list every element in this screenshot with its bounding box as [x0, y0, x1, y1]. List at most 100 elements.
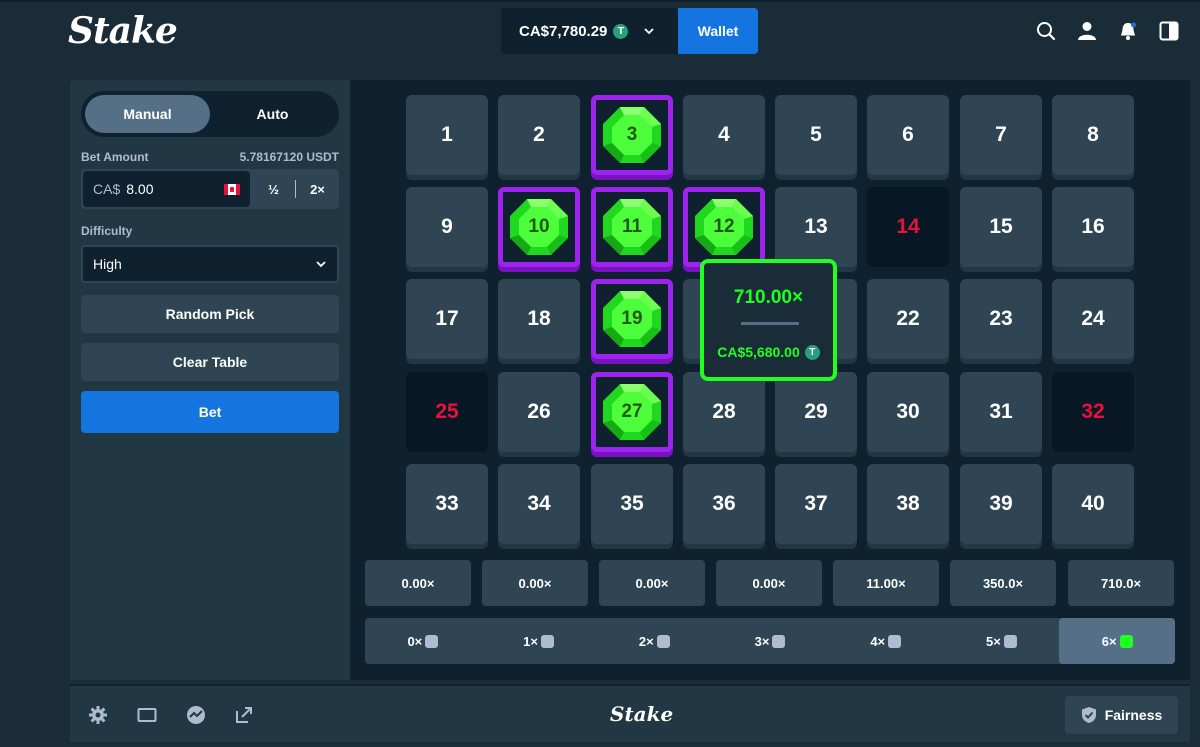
- hit-count-bar: 0× 1× 2× 3× 4× 5× 6×: [365, 618, 1176, 664]
- win-multiplier: 710.00×: [733, 287, 804, 308]
- tile-18[interactable]: 18: [498, 279, 580, 359]
- hit-count-2[interactable]: 2×: [596, 618, 712, 664]
- popout-icon[interactable]: [234, 705, 254, 725]
- tile-7[interactable]: 7: [960, 95, 1042, 175]
- tether-coin-icon: T: [804, 344, 820, 360]
- half-bet-button[interactable]: ½: [252, 169, 295, 209]
- hit-count-1[interactable]: 1×: [481, 618, 597, 664]
- bet-amount-group: CA$ 8.00 ½ 2×: [81, 169, 339, 209]
- hit-count-4[interactable]: 4×: [828, 618, 944, 664]
- footer-stake-logo: Stake: [610, 702, 674, 726]
- user-icon[interactable]: [1076, 20, 1098, 42]
- hit-count-3[interactable]: 3×: [712, 618, 828, 664]
- tile-29[interactable]: 29: [775, 372, 857, 452]
- tab-auto[interactable]: Auto: [210, 95, 335, 133]
- double-bet-button[interactable]: 2×: [296, 169, 339, 209]
- tile-icon: [425, 634, 439, 648]
- stake-logo[interactable]: Stake: [68, 10, 178, 52]
- bet-amount-value: 8.00: [126, 181, 154, 197]
- tile-35[interactable]: 35: [591, 464, 673, 544]
- payout-multiplier-1[interactable]: 0.00×: [482, 560, 588, 606]
- payout-multiplier-5[interactable]: 350.0×: [950, 560, 1056, 606]
- search-icon[interactable]: [1035, 20, 1057, 42]
- tile-39[interactable]: 39: [960, 464, 1042, 544]
- hit-count-label: 6×: [1101, 633, 1117, 649]
- bet-button[interactable]: Bet: [81, 391, 339, 433]
- tile-hit-27[interactable]: 27: [591, 372, 673, 452]
- hit-count-5[interactable]: 5×: [944, 618, 1060, 664]
- tile-8[interactable]: 8: [1052, 95, 1134, 175]
- tile-36[interactable]: 36: [683, 464, 765, 544]
- tile-hit-11[interactable]: 11: [591, 187, 673, 267]
- tile-miss-32[interactable]: 32: [1052, 372, 1134, 452]
- balance-amount: CA$7,780.29: [519, 22, 608, 40]
- bet-amount-input[interactable]: CA$ 8.00: [83, 171, 250, 207]
- tile-15[interactable]: 15: [960, 187, 1042, 267]
- tile-37[interactable]: 37: [775, 464, 857, 544]
- tile-23[interactable]: 23: [960, 279, 1042, 359]
- hit-count-label: 1×: [523, 633, 538, 649]
- popup-divider: [741, 322, 799, 325]
- live-stats-icon[interactable]: [186, 705, 206, 725]
- hit-count-0[interactable]: 0×: [365, 618, 481, 664]
- tile-31[interactable]: 31: [960, 372, 1042, 452]
- tile-number: 27: [621, 401, 643, 422]
- mode-tabs: Manual Auto: [81, 91, 339, 137]
- tile-5[interactable]: 5: [775, 95, 857, 175]
- tile-number: 10: [528, 216, 550, 237]
- tile-hit-19[interactable]: 19: [591, 279, 673, 359]
- tile-24[interactable]: 24: [1052, 279, 1134, 359]
- hit-count-label: 4×: [870, 633, 886, 649]
- settings-icon[interactable]: [88, 705, 108, 725]
- wallet-button[interactable]: Wallet: [678, 8, 758, 54]
- chevron-down-icon: [316, 261, 326, 268]
- tile-40[interactable]: 40: [1052, 464, 1134, 544]
- canada-flag-icon: [224, 183, 240, 195]
- tile-number: 11: [621, 216, 643, 237]
- tile-2[interactable]: 2: [498, 95, 580, 175]
- hit-count-6[interactable]: 6×: [1059, 618, 1176, 664]
- game-footer: Stake Fairness: [70, 684, 1190, 742]
- tile-38[interactable]: 38: [867, 464, 949, 544]
- difficulty-select[interactable]: High: [81, 245, 339, 283]
- tile-6[interactable]: 6: [867, 95, 949, 175]
- tile-icon: [540, 634, 554, 648]
- tile-13[interactable]: 13: [775, 187, 857, 267]
- sidebar-toggle-icon[interactable]: [1158, 20, 1180, 42]
- fairness-button[interactable]: Fairness: [1065, 696, 1178, 734]
- tile-icon: [772, 634, 786, 648]
- tile-4[interactable]: 4: [683, 95, 765, 175]
- tile-miss-25[interactable]: 25: [406, 372, 488, 452]
- tile-16[interactable]: 16: [1052, 187, 1134, 267]
- payout-multiplier-0[interactable]: 0.00×: [365, 560, 471, 606]
- payout-multiplier-4[interactable]: 11.00×: [833, 560, 939, 606]
- payout-multiplier-2[interactable]: 0.00×: [599, 560, 705, 606]
- notification-icon[interactable]: [1117, 20, 1139, 42]
- tile-22[interactable]: 22: [867, 279, 949, 359]
- tab-manual[interactable]: Manual: [85, 95, 210, 133]
- bet-control-panel: Manual Auto Bet Amount 5.78167120 USDT C…: [70, 80, 350, 680]
- tile-34[interactable]: 34: [498, 464, 580, 544]
- theatre-mode-icon[interactable]: [137, 705, 157, 725]
- bet-currency: CA$: [93, 181, 121, 197]
- tile-26[interactable]: 26: [498, 372, 580, 452]
- random-pick-button[interactable]: Random Pick: [81, 295, 339, 333]
- payout-multiplier-6[interactable]: 710.0×: [1068, 560, 1174, 606]
- tile-hit-10[interactable]: 10: [498, 187, 580, 267]
- tile-17[interactable]: 17: [406, 279, 488, 359]
- tile-number: 12: [713, 216, 735, 237]
- tile-30[interactable]: 30: [867, 372, 949, 452]
- tile-number: 19: [621, 308, 643, 329]
- tile-9[interactable]: 9: [406, 187, 488, 267]
- tile-hit-3[interactable]: 3: [591, 95, 673, 175]
- payout-multiplier-3[interactable]: 0.00×: [716, 560, 822, 606]
- tile-28[interactable]: 28: [683, 372, 765, 452]
- clear-table-button[interactable]: Clear Table: [81, 343, 339, 381]
- tile-miss-14[interactable]: 14: [867, 187, 949, 267]
- balance-selector[interactable]: CA$7,780.29 T: [501, 8, 678, 54]
- tile-33[interactable]: 33: [406, 464, 488, 544]
- tile-hit-12[interactable]: 12: [683, 187, 765, 267]
- tile-1[interactable]: 1: [406, 95, 488, 175]
- top-header: Stake CA$7,780.29 T Wallet: [0, 0, 1200, 58]
- hit-count-label: 5×: [986, 633, 1001, 649]
